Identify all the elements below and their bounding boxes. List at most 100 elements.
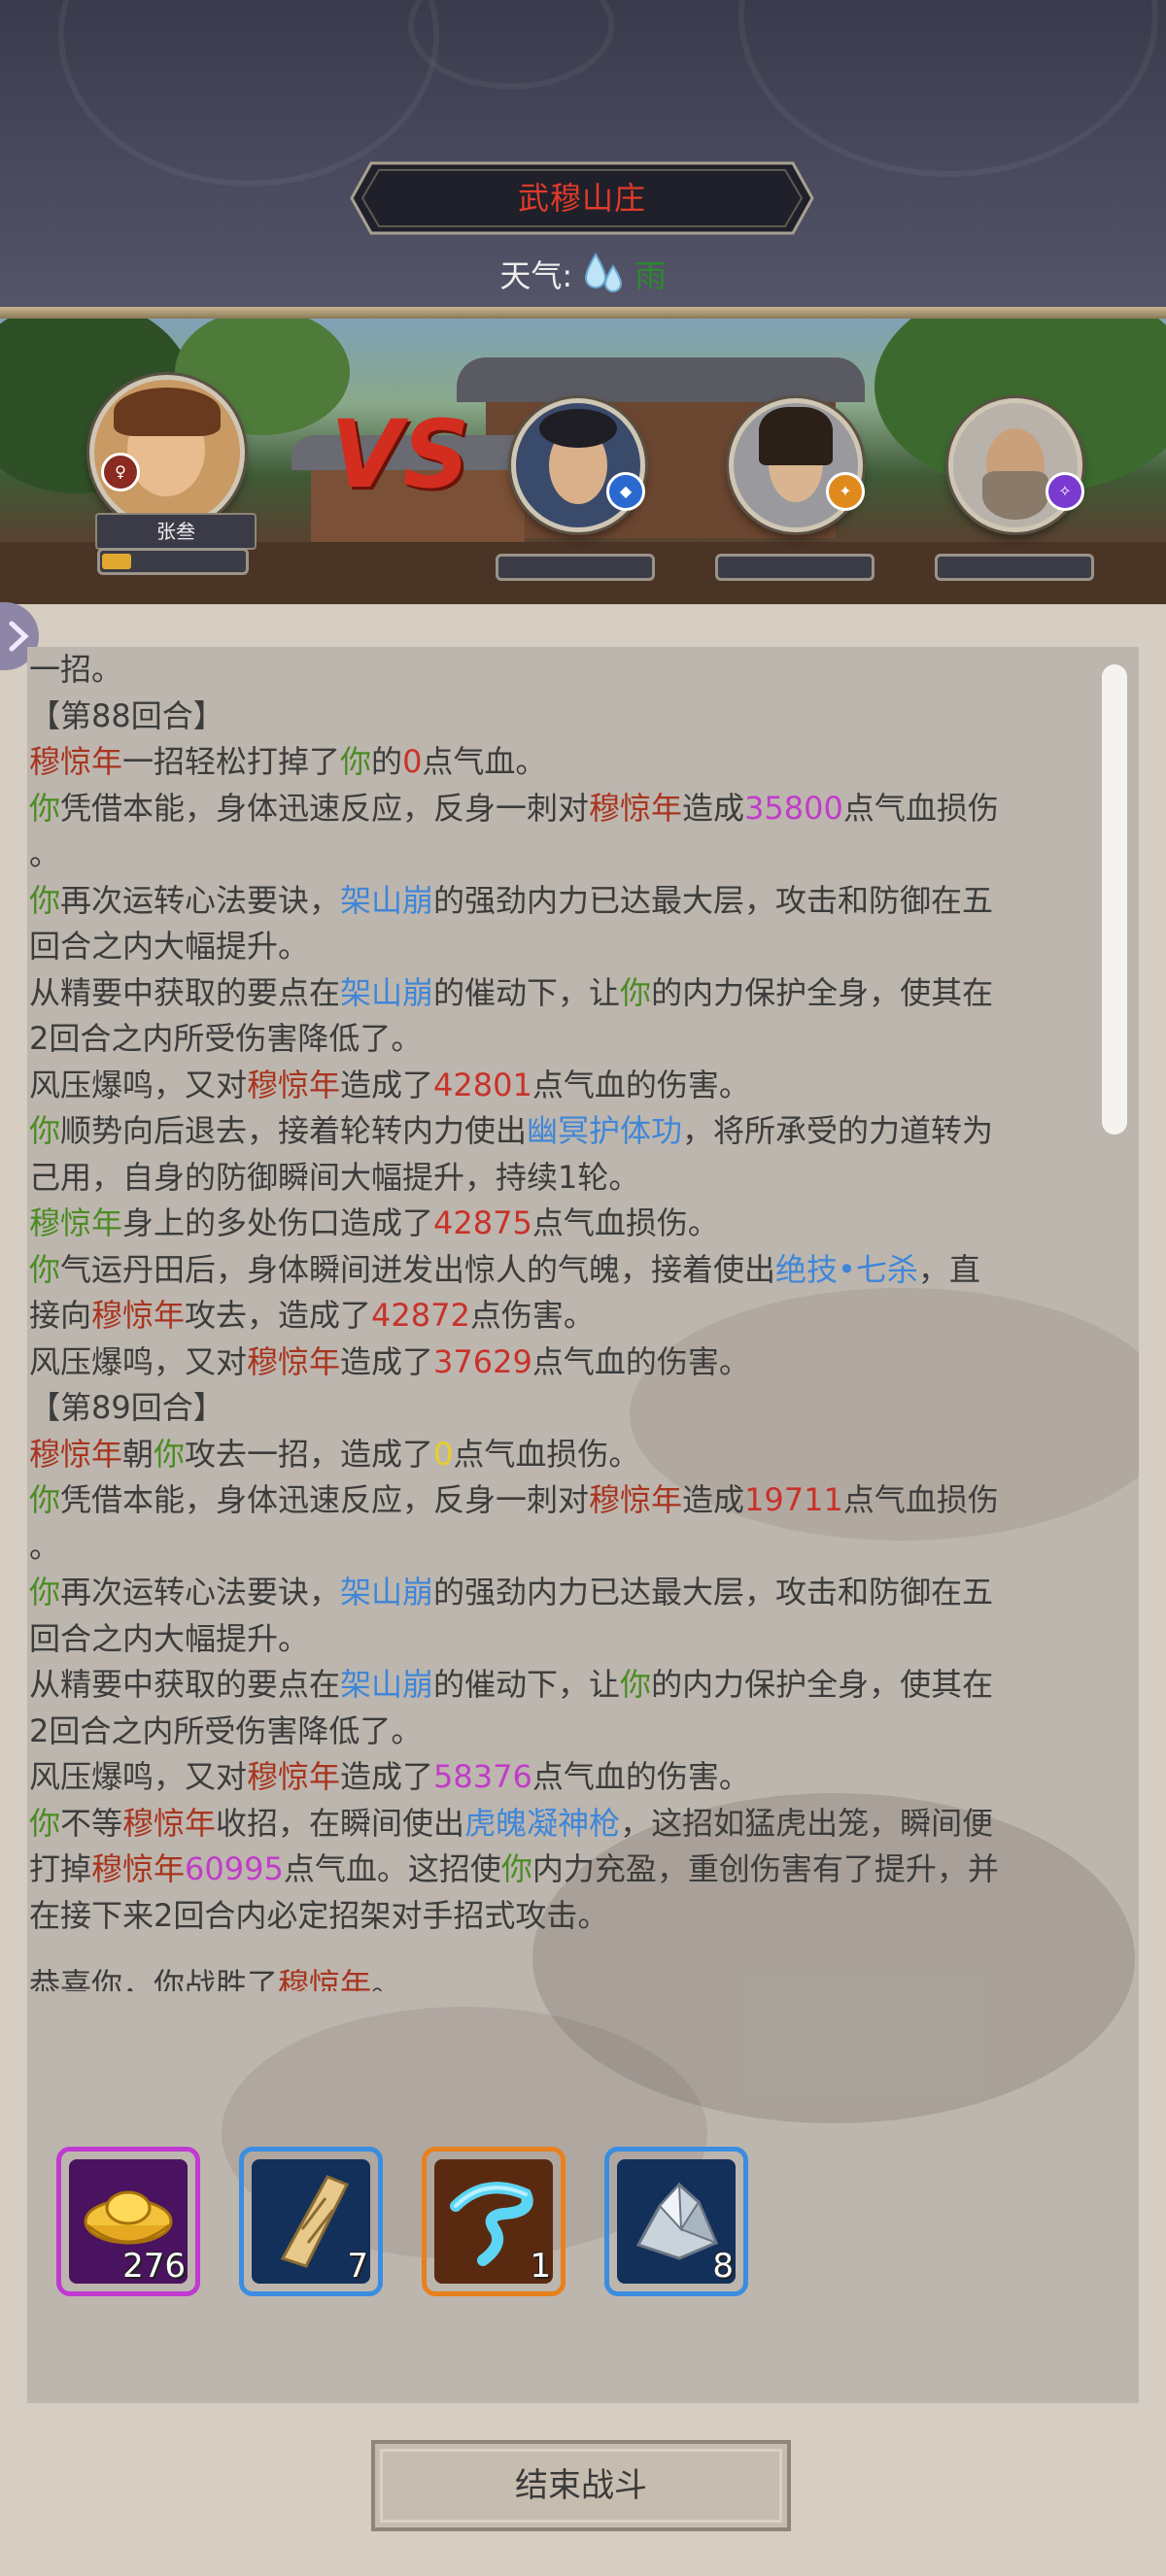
log-segment: 的催动下，让 (433, 973, 621, 1011)
log-segment: 42875 (433, 1204, 532, 1241)
log-line: 你再次运转心法要诀，架山崩的强劲内力已达最大层，攻击和防御在五 (29, 1570, 1113, 1616)
log-segment: 穆惊年 (91, 1297, 186, 1334)
log-line: 。 (29, 1524, 1113, 1571)
log-line: 你凭借本能，身体迅速反应，反身一刺对穆惊年造成35800点气血损伤 (29, 786, 1113, 832)
log-segment: 架山崩 (340, 1666, 434, 1703)
poison-element-icon: ✧ (1046, 472, 1084, 511)
enemy-hp-bar-1 (496, 554, 655, 581)
end-battle-button[interactable]: 结束战斗 (371, 2440, 791, 2531)
log-line: 己用，自身的防御瞬间大幅提升，持续1轮。 (29, 1155, 1113, 1202)
log-segment: 2回合之内所受伤害降低了。 (29, 1712, 423, 1749)
log-segment: ，直 (917, 1250, 980, 1288)
log-segment: 风压爆鸣，又对 (29, 1758, 248, 1795)
log-segment: 凭借本能，身体迅速反应，反身一刺对 (60, 1481, 590, 1518)
log-segment: 穆惊年 (122, 1804, 217, 1842)
log-line: 。 (29, 831, 1113, 878)
log-segment: 穆惊年 (278, 1966, 372, 1991)
log-segment: 你 (29, 1481, 61, 1518)
battle-log-text: 一招。 【第88回合】 穆惊年一招轻松打掉了你的0点气血。 你凭借本能，身体迅速反应，… (29, 647, 1113, 1991)
enemy-beard (982, 471, 1048, 520)
log-segment: 己用，自身的防御瞬间大幅提升，持续1轮。 (29, 1158, 640, 1196)
log-segment: 造成 (682, 1481, 745, 1518)
log-segment: ，这招如猛虎出笼，瞬间便 (620, 1804, 994, 1842)
player-avatar[interactable] (89, 375, 245, 530)
log-segment: 42872 (371, 1297, 470, 1334)
log-segment: 你 (29, 1574, 61, 1610)
log-segment: 从精要中获取的要点在 (29, 973, 341, 1011)
log-segment: 点伤害。 (469, 1297, 595, 1334)
reward-item[interactable]: 8 (604, 2147, 748, 2296)
log-segment: ，将所承受的力道转为 (682, 1112, 994, 1149)
log-segment: 造成了 (340, 1342, 434, 1380)
log-line: 风压爆鸣，又对穆惊年造成了42801点气血的伤害。 (29, 1063, 1113, 1109)
log-segment: 你 (29, 1804, 61, 1842)
water-element-icon: ◆ (606, 472, 645, 511)
reward-item[interactable]: 276 (56, 2147, 200, 2296)
reward-count: 8 (712, 2247, 734, 2286)
log-segment: 造成了 (340, 1066, 434, 1103)
enemy-avatar-3[interactable] (948, 398, 1082, 532)
top-header: 武穆山庄 天气: 雨 (0, 0, 1166, 313)
log-segment: 造成 (682, 789, 745, 827)
log-segment: 的强劲内力已达最大层，攻击和防御在五 (433, 881, 994, 919)
log-segment: 你 (29, 881, 61, 919)
reward-item[interactable]: 7 (239, 2147, 383, 2296)
log-segment: 点气血损伤 (842, 789, 999, 827)
log-line: 从精要中获取的要点在架山崩的催动下，让你的内力保护全身，使其在 (29, 1662, 1113, 1709)
enemy-hp-bar-2 (715, 554, 874, 581)
fire-element-icon: ✦ (826, 472, 865, 511)
location-name: 武穆山庄 (517, 180, 646, 217)
log-line: 2回合之内所受伤害降低了。 (29, 1709, 1113, 1755)
log-segment: 37629 (433, 1342, 532, 1380)
reward-item[interactable]: 1 (422, 2147, 566, 2296)
battle-scene: ♀ 张叁 VS ◆ ✦ ✧ (0, 319, 1166, 604)
log-line: 回合之内大幅提升。 (29, 924, 1113, 970)
log-line: 恭喜你，你战胜了穆惊年。 (29, 1962, 1113, 1991)
log-segment: 不等 (60, 1804, 123, 1842)
temple-roof (457, 357, 865, 402)
log-line: 打掉穆惊年60995点气血。这招使你内力充盈，重创伤害有了提升，并 (29, 1847, 1113, 1893)
cloud-pattern (58, 0, 439, 186)
enemy-hair (759, 407, 833, 465)
log-segment: 点气血。 (422, 743, 547, 780)
player-hp-bar (97, 548, 249, 575)
log-line: 穆惊年一招轻松打掉了你的0点气血。 (29, 739, 1113, 786)
log-segment: 虎魄凝神枪 (464, 1804, 621, 1842)
player-name-plate: 张叁 (95, 513, 257, 550)
enemy-hp-bar-3 (935, 554, 1094, 581)
log-segment: 你 (500, 1850, 532, 1887)
log-segment: 你 (620, 973, 652, 1011)
log-segment: 19711 (744, 1481, 843, 1518)
log-line: 你不等穆惊年收招，在瞬间使出虎魄凝神枪，这招如猛虎出笼，瞬间便 (29, 1801, 1113, 1847)
log-line: 风压爆鸣，又对穆惊年造成了58376点气血的伤害。 (29, 1754, 1113, 1801)
log-segment: 穆惊年 (247, 1342, 341, 1380)
log-segment: 的内力保护全身，使其在 (651, 1666, 994, 1703)
log-segment: 穆惊年 (589, 789, 683, 827)
log-segment: 风压爆鸣，又对 (29, 1066, 248, 1103)
log-segment: 2回合之内所受伤害降低了。 (29, 1020, 423, 1057)
log-segment: 接向 (29, 1297, 92, 1334)
log-segment: 再次运转心法要诀， (60, 1574, 341, 1610)
rain-drops-icon (582, 253, 634, 292)
log-segment: 点气血的伤害。 (532, 1066, 750, 1103)
log-line: 回合之内大幅提升。 (29, 1616, 1113, 1663)
log-line: 【第88回合】 (29, 694, 1113, 740)
log-segment: 恭喜你，你战胜了 (29, 1966, 279, 1991)
log-segment: 点气血。这招使 (283, 1850, 501, 1887)
enemy-avatar-2[interactable] (729, 398, 863, 532)
log-line: 你气运丹田后，身体瞬间迸发出惊人的气魄，接着使出绝技•七杀，直 (29, 1247, 1113, 1294)
log-segment: 。 (29, 835, 61, 872)
enemy-avatar-1[interactable] (511, 398, 645, 532)
log-segment: 的催动下，让 (433, 1666, 621, 1703)
log-line: 2回合之内所受伤害降低了。 (29, 1016, 1113, 1063)
log-segment: 攻去一招，造成了 (185, 1435, 434, 1473)
location-banner: 武穆山庄 (350, 161, 814, 235)
cloud-pattern (408, 0, 614, 89)
player-hair (114, 388, 221, 436)
log-segment: 你 (154, 1435, 186, 1473)
log-segment: 再次运转心法要诀， (60, 881, 341, 919)
log-segment: 架山崩 (340, 1574, 434, 1610)
log-segment: 幽冥护体功 (527, 1112, 683, 1149)
log-line: 你顺势向后退去，接着轮转内力使出幽冥护体功，将所承受的力道转为 (29, 1108, 1113, 1155)
reward-count: 7 (347, 2247, 368, 2286)
